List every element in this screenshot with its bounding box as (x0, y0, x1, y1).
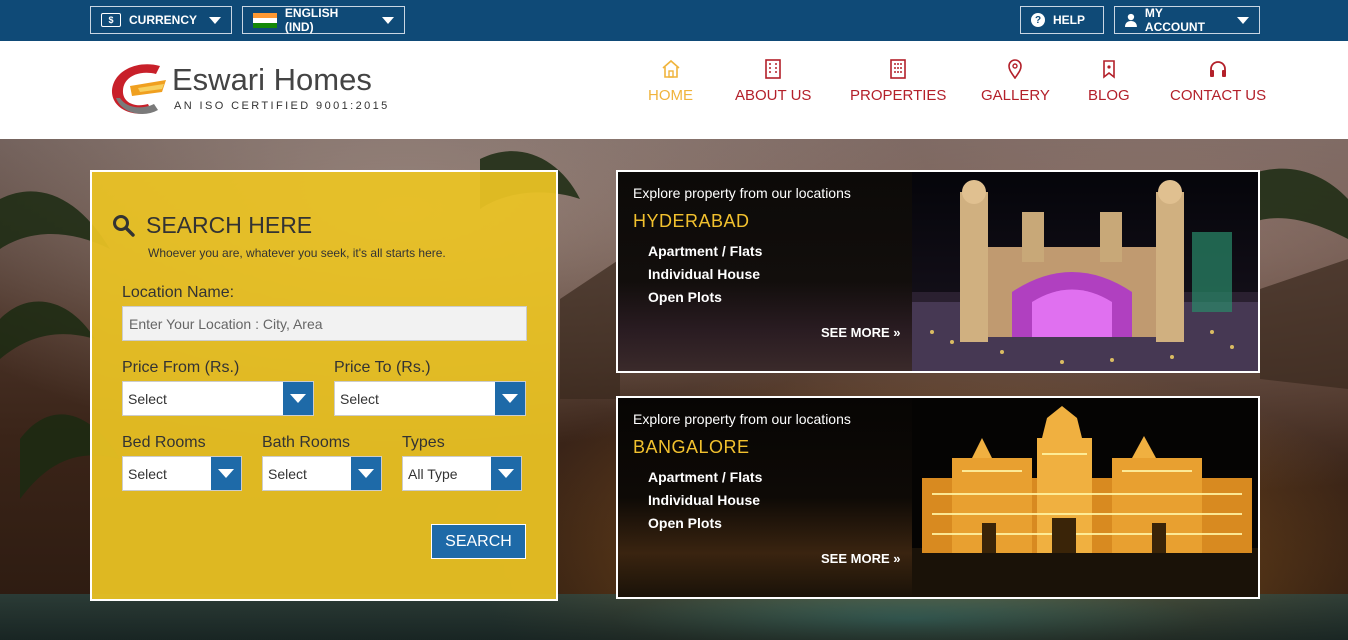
brand-name: Eswari Homes (172, 62, 372, 97)
mysore-palace-photo (912, 398, 1258, 597)
building-icon (765, 59, 782, 79)
nav-about-label: ABOUT US (735, 87, 812, 104)
property-type-item[interactable]: Open Plots (648, 515, 722, 531)
help-icon: ? (1031, 13, 1045, 27)
types-select[interactable]: All Type (402, 456, 522, 491)
chevron-down-icon (495, 382, 525, 415)
bed-rooms-select[interactable]: Select (122, 456, 242, 491)
search-button[interactable]: SEARCH (431, 524, 526, 559)
language-dropdown[interactable]: ENGLISH (IND) (242, 6, 405, 34)
currency-label: CURRENCY (128, 13, 197, 27)
price-from-value: Select (128, 390, 167, 407)
nav-home[interactable]: HOME (648, 59, 693, 109)
city-name: HYDERABAD (633, 211, 750, 231)
top-bar: $ CURRENCY ENGLISH (IND) ? HELP MY ACCOU… (0, 0, 1348, 41)
site-header: Eswari Homes AN ISO CERTIFIED 9001:2015 … (0, 41, 1348, 139)
language-label: ENGLISH (IND) (284, 6, 339, 34)
property-type-item[interactable]: Apartment / Flats (648, 243, 762, 259)
search-title-text: SEARCH HERE (146, 212, 313, 238)
location-input[interactable]: Enter Your Location : City, Area (122, 306, 527, 341)
chevron-down-icon (351, 457, 381, 490)
currency-dropdown[interactable]: $ CURRENCY (90, 6, 232, 34)
location-placeholder: Enter Your Location : City, Area (129, 315, 323, 332)
apartment-icon (890, 59, 907, 79)
property-type-item[interactable]: Open Plots (648, 289, 722, 305)
charminar-photo (912, 172, 1258, 371)
my-account-dropdown[interactable]: MY ACCOUNT (1114, 6, 1260, 34)
home-icon (661, 59, 680, 78)
property-type-item[interactable]: Individual House (648, 266, 760, 282)
brand-tagline: AN ISO CERTIFIED 9001:2015 (174, 100, 390, 112)
nav-properties-label: PROPERTIES (850, 87, 947, 104)
price-to-value: Select (340, 390, 379, 407)
location-card-hyderabad[interactable]: Explore property from our locations HYDE… (616, 170, 1260, 373)
property-type-item[interactable]: Apartment / Flats (648, 469, 762, 485)
nav-blog-label: BLOG (1088, 87, 1130, 104)
search-subtitle: Whoever you are, whatever you seek, it's… (148, 246, 446, 260)
property-type-item[interactable]: Individual House (648, 492, 760, 508)
nav-gallery[interactable]: GALLERY (981, 59, 1050, 109)
explore-text: Explore property from our locations (633, 185, 851, 201)
explore-text: Explore property from our locations (633, 411, 851, 427)
price-to-select[interactable]: Select (334, 381, 526, 416)
bath-rooms-select[interactable]: Select (262, 456, 382, 491)
nav-gallery-label: GALLERY (981, 87, 1050, 104)
types-label: Types (402, 434, 445, 451)
search-panel: SEARCH HERE Whoever you are, whatever yo… (90, 170, 558, 601)
help-label: HELP (1053, 13, 1086, 27)
nav-blog[interactable]: BLOG (1088, 59, 1130, 109)
price-to-label: Price To (Rs.) (334, 359, 431, 376)
types-value: All Type (408, 465, 458, 482)
logo-mark-icon (111, 64, 166, 114)
bed-rooms-value: Select (128, 465, 167, 482)
see-more-link[interactable]: SEE MORE » (821, 325, 900, 340)
headphones-icon (1210, 61, 1227, 77)
search-icon (113, 214, 135, 237)
nav-properties[interactable]: PROPERTIES (850, 59, 946, 109)
bath-rooms-value: Select (268, 465, 307, 482)
price-from-label: Price From (Rs.) (122, 359, 240, 376)
india-flag-icon (253, 12, 277, 28)
nav-about-us[interactable]: ABOUT US (735, 59, 811, 109)
currency-icon: $ (101, 13, 121, 27)
bookmark-icon (1103, 60, 1115, 79)
chevron-down-icon (382, 16, 394, 24)
chevron-down-icon (211, 457, 241, 490)
location-card-bangalore[interactable]: Explore property from our locations BANG… (616, 396, 1260, 599)
search-title: SEARCH HERE (112, 212, 312, 239)
location-label: Location Name: (122, 284, 235, 301)
chevron-down-icon (491, 457, 521, 490)
user-icon (1125, 13, 1137, 27)
nav-contact-us[interactable]: CONTACT US (1170, 59, 1266, 109)
chevron-down-icon (1237, 16, 1249, 24)
map-pin-icon (1008, 59, 1023, 79)
city-name: BANGALORE (633, 437, 750, 457)
brand-logo[interactable]: Eswari Homes AN ISO CERTIFIED 9001:2015 (108, 58, 398, 120)
see-more-link[interactable]: SEE MORE » (821, 551, 900, 566)
account-label: MY ACCOUNT (1144, 6, 1205, 34)
nav-contact-label: CONTACT US (1170, 87, 1267, 104)
help-button[interactable]: ? HELP (1020, 6, 1104, 34)
price-from-select[interactable]: Select (122, 381, 314, 416)
bed-rooms-label: Bed Rooms (122, 434, 206, 451)
chevron-down-icon (283, 382, 313, 415)
bath-rooms-label: Bath Rooms (262, 434, 351, 451)
chevron-down-icon (209, 16, 221, 24)
nav-home-label: HOME (648, 87, 693, 104)
